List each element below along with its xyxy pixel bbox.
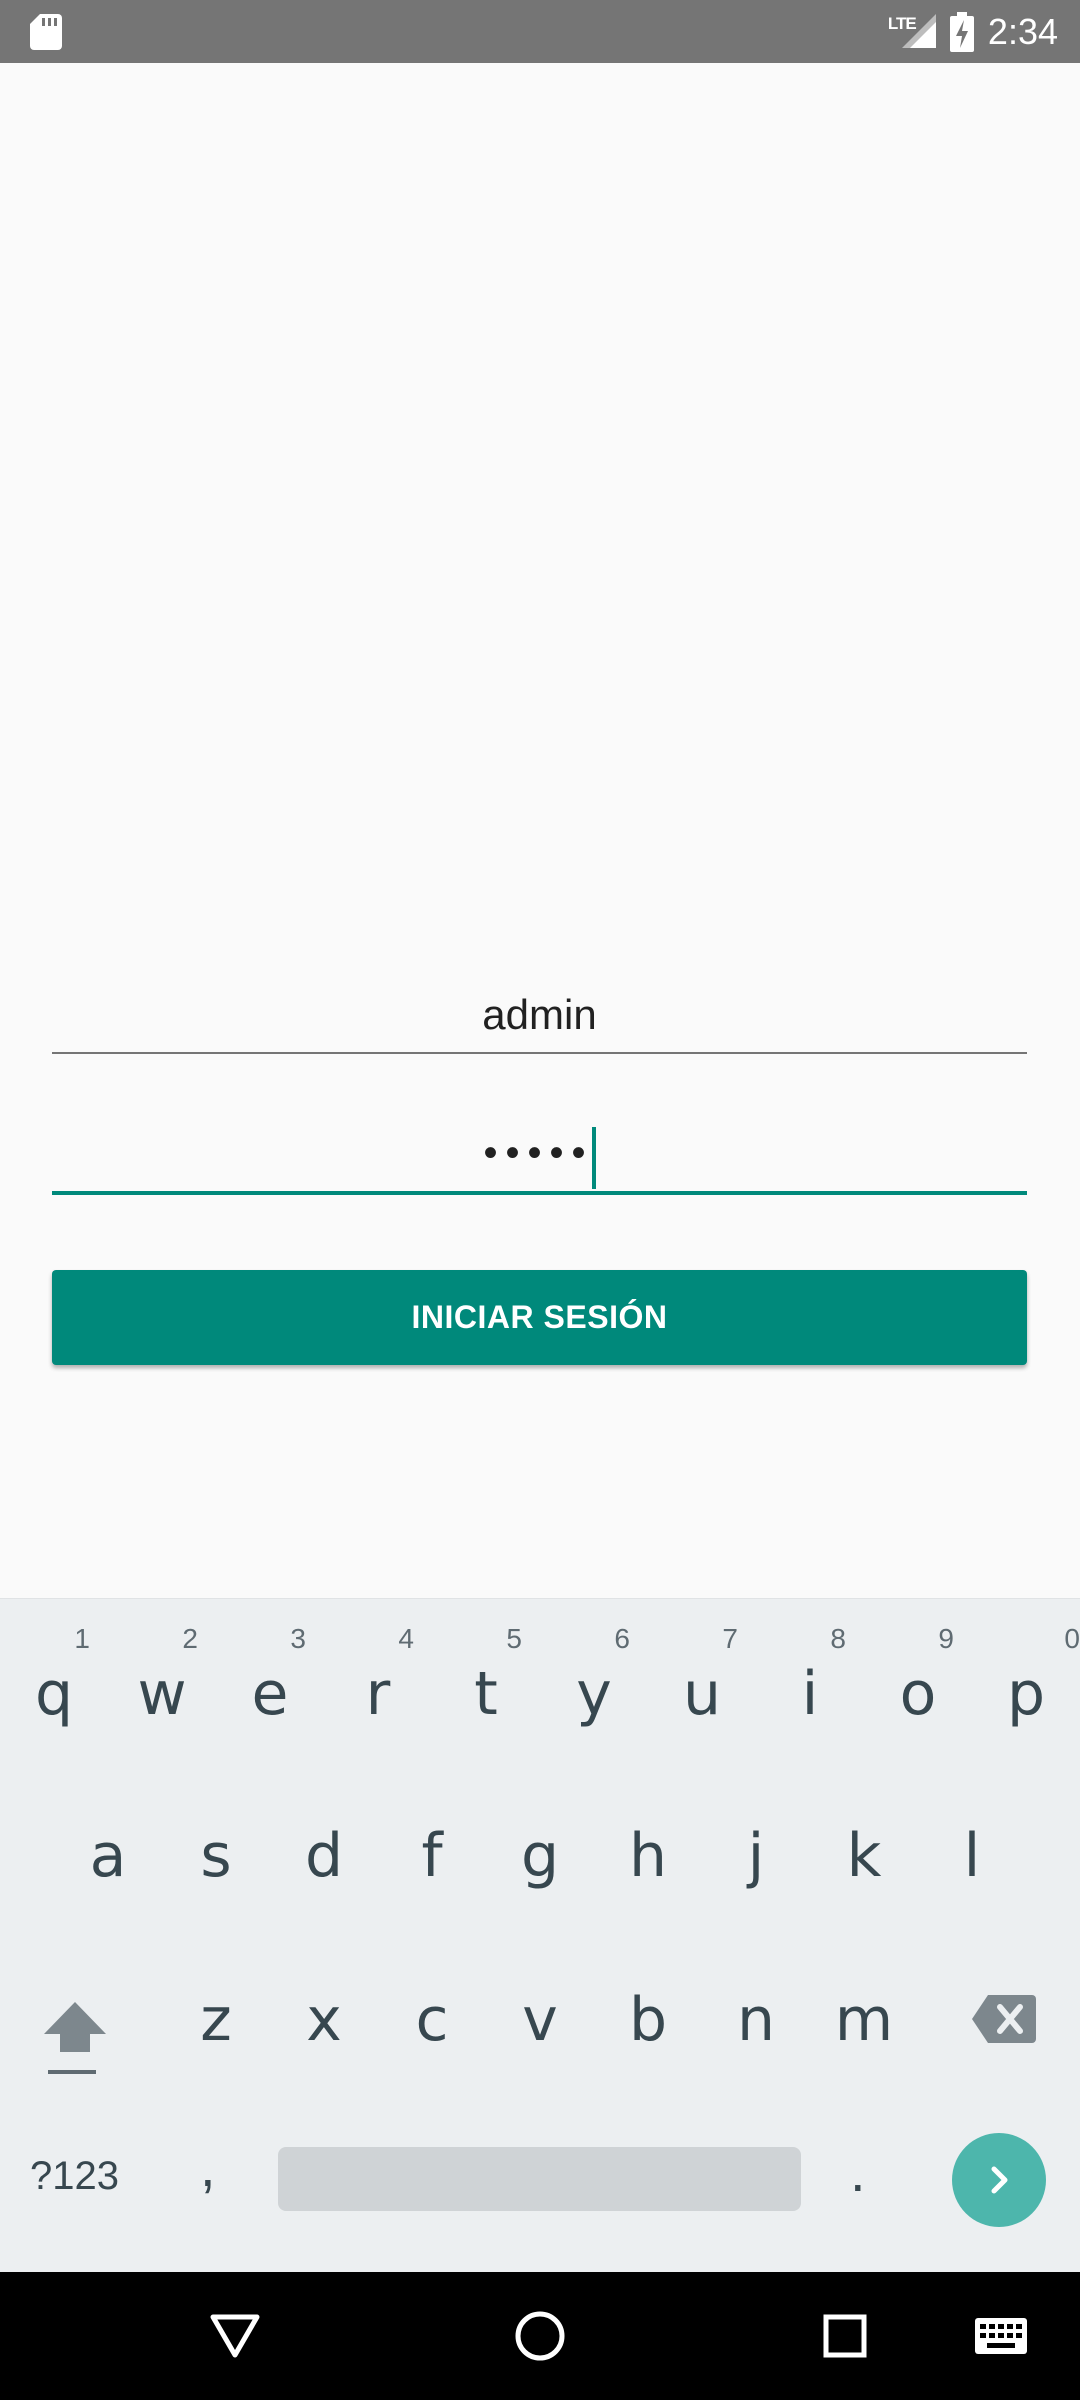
period-key[interactable]: . [850, 2139, 866, 2204]
key-hint: 5 [506, 1623, 522, 1654]
key-j[interactable]: j [702, 1821, 810, 1911]
key-h[interactable]: h [594, 1821, 702, 1911]
text-cursor [591, 1126, 596, 1189]
key-b[interactable]: b [594, 1985, 702, 2075]
key-f[interactable]: f [378, 1821, 486, 1911]
key-hint: 6 [614, 1623, 630, 1654]
recents-icon [823, 2314, 867, 2358]
screen: LTE 2:34 admin ••••• INICIAR SESIÓN q1 w… [0, 0, 1080, 2400]
key-q[interactable]: q1 [0, 1623, 108, 1749]
key-d[interactable]: d [270, 1821, 378, 1911]
network-indicator: LTE [888, 12, 936, 52]
home-icon [515, 2311, 565, 2361]
symbols-key[interactable]: ?123 [30, 2154, 119, 2199]
back-icon [210, 2314, 260, 2358]
key-z[interactable]: z [162, 1985, 270, 2075]
comma-key[interactable]: , [200, 2134, 216, 2199]
go-button[interactable] [952, 2133, 1046, 2227]
login-button-label: INICIAR SESIÓN [411, 1299, 668, 1335]
key-hint: 0 [1064, 1623, 1080, 1654]
key-hint: 7 [722, 1623, 738, 1654]
signal-icon [901, 13, 936, 48]
username-field[interactable]: admin [52, 980, 1027, 1054]
spacebar[interactable] [278, 2147, 801, 2211]
key-hint: 8 [830, 1623, 846, 1654]
key-g[interactable]: g [486, 1821, 594, 1911]
backspace-icon[interactable] [970, 1989, 1040, 2049]
battery-charging-icon [949, 11, 974, 52]
password-value: ••••• [483, 1131, 594, 1175]
key-hint: 2 [182, 1623, 198, 1654]
go-arrow-icon [991, 2166, 1008, 2194]
home-button[interactable] [495, 2272, 585, 2400]
status-bar: LTE 2:34 [0, 0, 1080, 63]
key-hint: 1 [74, 1623, 90, 1654]
key-hint: 4 [398, 1623, 414, 1654]
login-button[interactable]: INICIAR SESIÓN [52, 1270, 1027, 1365]
keyboard-icon [975, 2318, 1027, 2354]
key-x[interactable]: x [270, 1985, 378, 2075]
navigation-bar [0, 2272, 1080, 2400]
key-y[interactable]: y6 [540, 1623, 648, 1749]
key-c[interactable]: c [378, 1985, 486, 2075]
key-m[interactable]: m [810, 1985, 918, 2075]
shift-icon[interactable] [40, 1984, 110, 2074]
key-i[interactable]: i8 [756, 1623, 864, 1749]
key-l[interactable]: l [918, 1821, 1026, 1911]
key-v[interactable]: v [486, 1985, 594, 2075]
key-w[interactable]: w2 [108, 1623, 216, 1749]
back-button[interactable] [190, 2272, 280, 2400]
key-k[interactable]: k [810, 1821, 918, 1911]
key-s[interactable]: s [162, 1821, 270, 1911]
keyboard-switch-button[interactable] [956, 2272, 1046, 2400]
clock: 2:34 [987, 10, 1058, 52]
key-hint: 9 [938, 1623, 954, 1654]
key-e[interactable]: e3 [216, 1623, 324, 1749]
key-n[interactable]: n [702, 1985, 810, 2075]
soft-keyboard: q1 w2 e3 r4 t5 y6 u7 i8 o9 p0 a s d f g … [0, 1598, 1080, 2273]
sd-card-icon [30, 14, 62, 50]
key-hint: 3 [290, 1623, 306, 1654]
key-t[interactable]: t5 [432, 1623, 540, 1749]
username-value: admin [482, 991, 597, 1038]
key-r[interactable]: r4 [324, 1623, 432, 1749]
recents-button[interactable] [800, 2272, 890, 2400]
key-u[interactable]: u7 [648, 1623, 756, 1749]
shift-indicator [48, 2070, 96, 2074]
status-icons: LTE 2:34 [888, 0, 1058, 63]
key-p[interactable]: p0 [972, 1623, 1080, 1749]
password-field[interactable]: ••••• [52, 1115, 1027, 1195]
key-a[interactable]: a [54, 1821, 162, 1911]
key-o[interactable]: o9 [864, 1623, 972, 1749]
